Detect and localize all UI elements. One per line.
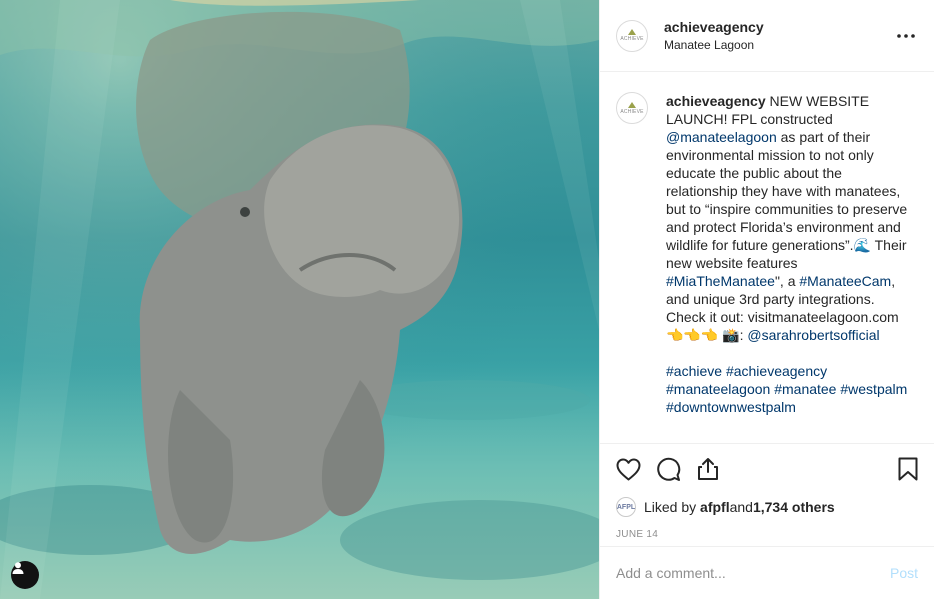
header-text: achieveagency Manatee Lagoon bbox=[664, 18, 894, 53]
post-photo[interactable] bbox=[0, 0, 599, 599]
hashtag-link[interactable]: #MiaTheManatee bbox=[666, 273, 775, 289]
instagram-post: ACHIEVE achieveagency Manatee Lagoon ACH… bbox=[0, 0, 934, 599]
caption-text: achieveagency NEW WEBSITE LAUNCH! FPL co… bbox=[666, 92, 911, 443]
hashtag-link[interactable]: #downtownwestpalm bbox=[666, 399, 796, 415]
avatar-logo-text: ACHIEVE bbox=[620, 36, 644, 42]
more-options-button[interactable] bbox=[894, 24, 918, 48]
caption-username[interactable]: achieveagency bbox=[666, 93, 766, 109]
share-button[interactable] bbox=[694, 455, 722, 483]
logo-triangle-icon bbox=[628, 101, 636, 108]
hashtag-link[interactable]: #achieveagency bbox=[726, 363, 827, 379]
avatar-logo-text: ACHIEVE bbox=[620, 108, 644, 115]
action-bar bbox=[600, 444, 934, 494]
more-options-icon bbox=[897, 33, 915, 38]
heart-icon bbox=[616, 458, 640, 480]
share-icon bbox=[698, 458, 718, 480]
mention-link[interactable]: @sarahrobertsofficial bbox=[747, 327, 879, 343]
like-button[interactable] bbox=[614, 455, 642, 483]
hashtag-link[interactable]: #achieve bbox=[666, 363, 722, 379]
logo-triangle-icon bbox=[628, 29, 636, 35]
bookmark-icon bbox=[898, 457, 918, 481]
comment-icon bbox=[656, 457, 680, 481]
comment-box: Post bbox=[600, 546, 934, 599]
user-tag-button[interactable] bbox=[11, 561, 39, 589]
header-location[interactable]: Manatee Lagoon bbox=[664, 37, 894, 53]
likes-and: and bbox=[729, 499, 753, 515]
likes-prefix: Liked by bbox=[644, 499, 697, 515]
post-header: ACHIEVE achieveagency Manatee Lagoon bbox=[600, 0, 934, 72]
mention-link[interactable]: @manateelagoon bbox=[666, 129, 777, 145]
post-sidebar: ACHIEVE achieveagency Manatee Lagoon ACH… bbox=[599, 0, 934, 599]
user-tag-icon bbox=[12, 562, 24, 574]
hashtag-link[interactable]: #manatee bbox=[774, 381, 836, 397]
caption-segment: as part of their environmental mission t… bbox=[666, 129, 908, 271]
header-username[interactable]: achieveagency bbox=[664, 18, 894, 36]
comment-input[interactable] bbox=[616, 565, 890, 581]
hashtag-link[interactable]: #manateelagoon bbox=[666, 381, 770, 397]
caption-avatar[interactable]: ACHIEVE bbox=[616, 92, 648, 124]
avatar[interactable]: ACHIEVE bbox=[616, 19, 648, 52]
likes-summary: AFPL Liked by afpfl and 1,734 others bbox=[600, 494, 934, 520]
post-date[interactable]: JUNE 14 bbox=[600, 520, 934, 546]
manatee-photo-illustration bbox=[0, 0, 599, 599]
liker-avatar[interactable]: AFPL bbox=[616, 497, 636, 517]
post-comment-button[interactable]: Post bbox=[890, 565, 918, 581]
caption-area: ACHIEVE achieveagency NEW WEBSITE LAUNCH… bbox=[600, 72, 934, 444]
liker-username[interactable]: afpfl bbox=[700, 499, 730, 515]
save-button[interactable] bbox=[894, 455, 922, 483]
comment-button[interactable] bbox=[654, 455, 682, 483]
hashtag-link[interactable]: #westpalm bbox=[840, 381, 907, 397]
hashtag-link[interactable]: #ManateeCam bbox=[799, 273, 891, 289]
caption-segment: ", a bbox=[774, 273, 800, 289]
likes-count[interactable]: 1,734 others bbox=[753, 499, 835, 515]
